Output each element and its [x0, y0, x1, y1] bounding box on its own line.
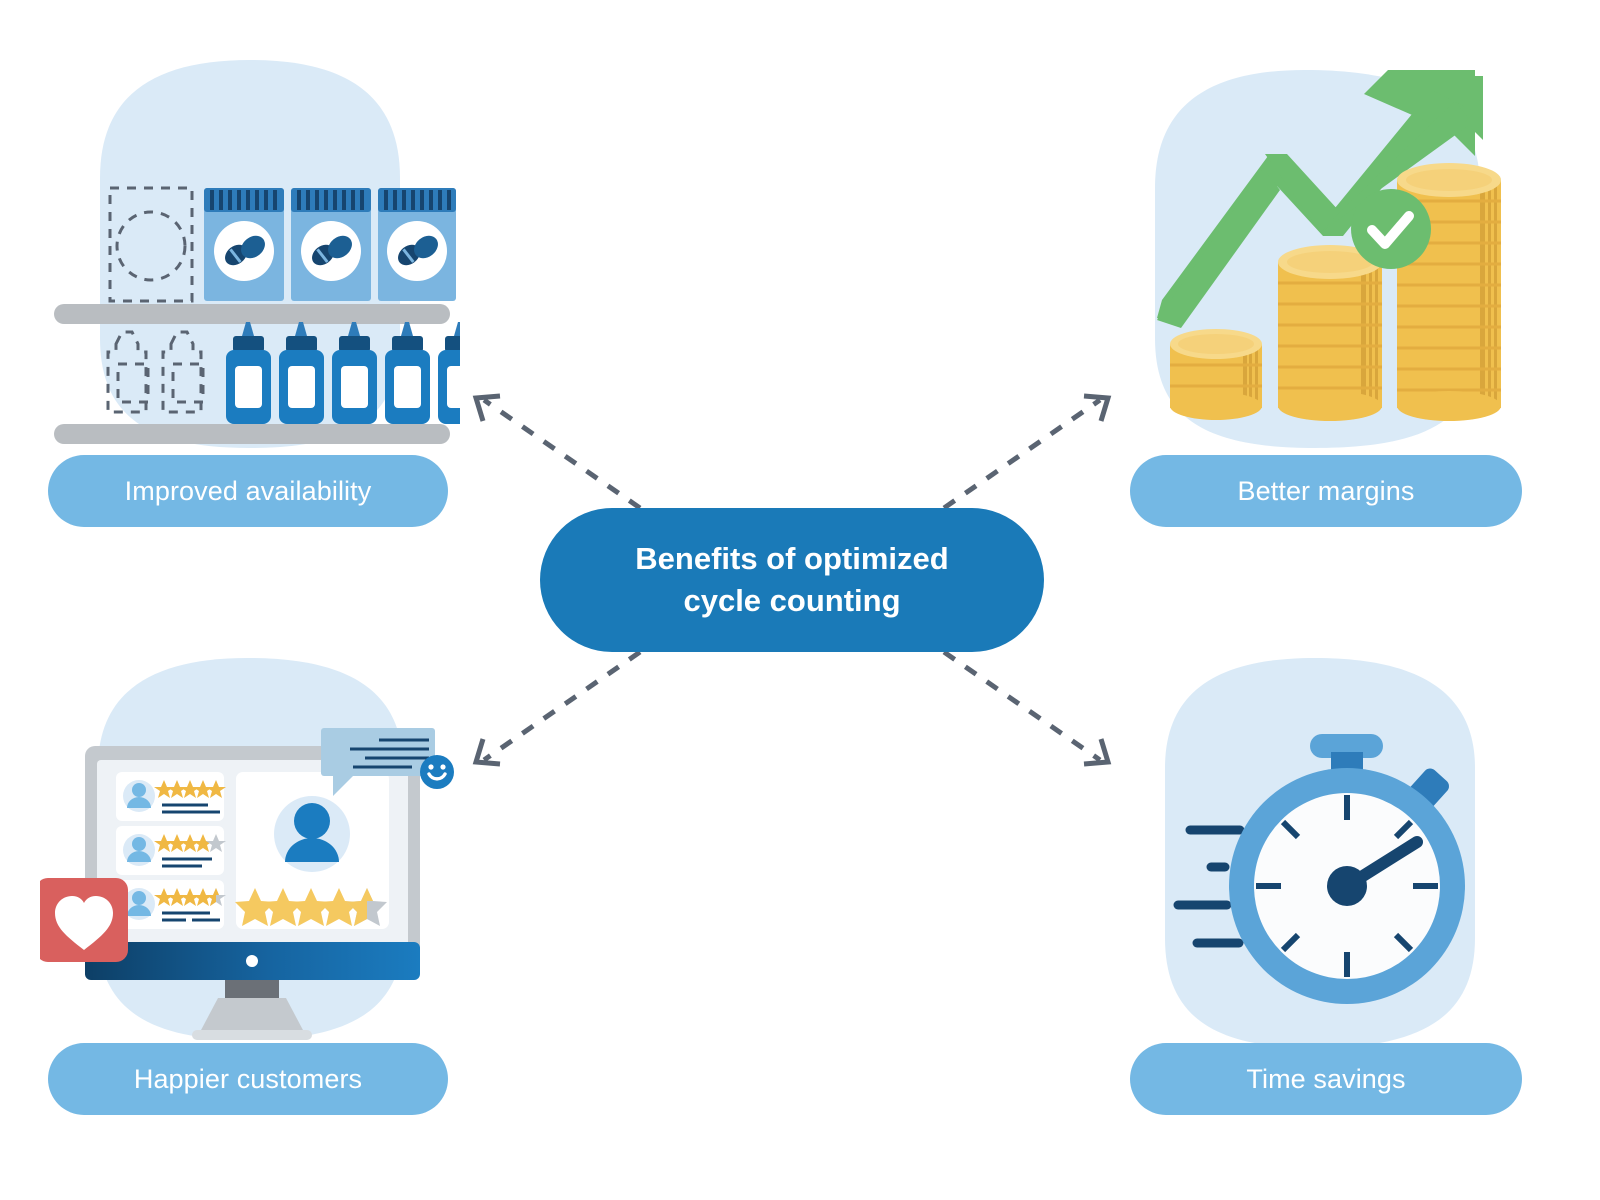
label-time-savings[interactable]: Time savings [1130, 1043, 1522, 1115]
monitor-stand [200, 998, 304, 1032]
center-title-line-2: cycle counting [683, 583, 901, 618]
node-margins [1135, 48, 1555, 448]
coin-stack-small [1170, 329, 1262, 420]
stopwatch-pivot [1327, 866, 1367, 906]
label-improved-availability[interactable]: Improved availability [48, 455, 448, 527]
label-text: Improved availability [124, 475, 372, 506]
monitor-base [192, 1030, 312, 1040]
arrowhead-margins [1083, 393, 1112, 422]
connector-to-customers [482, 649, 642, 763]
label-text: Better margins [1237, 475, 1415, 506]
diagram-canvas: Benefits of optimized cycle counting Imp… [0, 0, 1600, 1200]
pill-bottle [378, 188, 456, 301]
review-card [116, 826, 226, 875]
arrowhead-time [1083, 738, 1112, 767]
growth-coins-icon [1135, 48, 1555, 448]
shelf-top [54, 304, 450, 324]
heart-badge [40, 878, 128, 962]
label-text: Happier customers [133, 1063, 363, 1094]
review-card [116, 772, 226, 821]
squeeze-bottle-group [226, 322, 460, 424]
label-better-margins[interactable]: Better margins [1130, 455, 1522, 527]
center-title-line-1: Benefits of optimized [635, 541, 949, 577]
smiley-badge [420, 755, 454, 789]
shelf-bottom [54, 424, 450, 444]
arrowhead-customers [472, 738, 501, 767]
featured-profile-card [235, 772, 389, 929]
label-text: Time savings [1246, 1063, 1406, 1094]
node-customers [40, 648, 460, 1048]
monitor-indicator-dot [246, 955, 258, 967]
squeeze-bottle [438, 322, 460, 424]
stopwatch-icon [1135, 648, 1555, 1048]
center-hub-pill: Benefits of optimized cycle counting [540, 508, 1044, 652]
pill-bottle-group [204, 188, 456, 301]
pill-bottle [204, 188, 284, 301]
coin-stack-medium [1278, 245, 1382, 421]
check-badge [1351, 189, 1431, 269]
customer-reviews-icon [40, 648, 460, 1048]
connector-to-margins [942, 397, 1102, 511]
node-availability [40, 48, 460, 448]
pill-bottle [291, 188, 371, 301]
review-card [116, 880, 226, 929]
monitor-neck [225, 980, 279, 998]
pharmacy-shelf-icon [40, 48, 460, 448]
arrowhead-availability [472, 393, 501, 422]
label-happier-customers[interactable]: Happier customers [48, 1043, 448, 1115]
connector-to-availability [482, 397, 642, 511]
connector-to-time [942, 649, 1102, 763]
node-time [1135, 648, 1555, 1048]
